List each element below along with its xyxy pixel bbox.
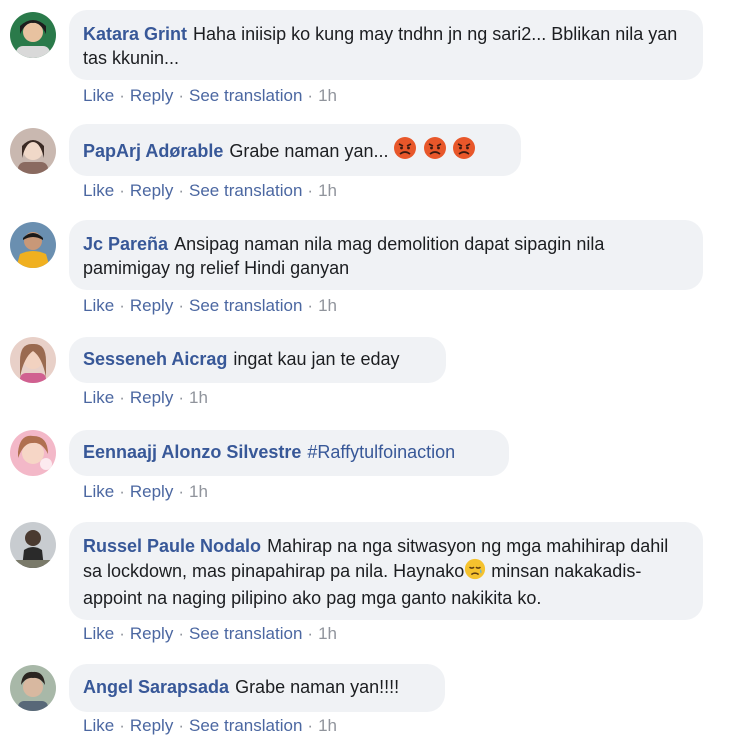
comment-list: Katara Grint Haha iniisip ko kung may tnd… bbox=[0, 0, 750, 752]
angry-face-emoji bbox=[393, 136, 417, 166]
comment-timestamp[interactable]: 1h bbox=[318, 296, 337, 315]
comment-timestamp[interactable]: 1h bbox=[189, 388, 208, 407]
like-link[interactable]: Like bbox=[83, 181, 114, 200]
comment-bubble: PapArj Adørable Grabe naman yan... bbox=[69, 124, 521, 176]
avatar[interactable] bbox=[10, 430, 56, 476]
separator-dot: · bbox=[178, 716, 184, 735]
reply-link[interactable]: Reply bbox=[130, 388, 173, 407]
separator-dot: · bbox=[119, 624, 125, 643]
reply-link[interactable]: Reply bbox=[130, 296, 173, 315]
see-translation-link[interactable]: See translation bbox=[189, 716, 302, 735]
comment-bubble: Angel Sarapsada Grabe naman yan!!!! bbox=[69, 664, 445, 712]
comment-actions: Like · Reply · See translation · 1h bbox=[83, 86, 337, 106]
avatar[interactable] bbox=[10, 222, 56, 268]
avatar[interactable] bbox=[10, 665, 56, 711]
comment-bubble: Jc Pareña Ansipag naman nila mag demoliti… bbox=[69, 220, 703, 290]
see-translation-link[interactable]: See translation bbox=[189, 624, 302, 643]
separator-dot: · bbox=[307, 624, 314, 643]
separator-dot: · bbox=[119, 86, 125, 105]
like-link[interactable]: Like bbox=[83, 388, 114, 407]
comment-author[interactable]: PapArj Adørable bbox=[83, 141, 223, 161]
comment-author[interactable]: Jc Pareña bbox=[83, 234, 168, 254]
comment-bubble: Eennaajj Alonzo Silvestre #Raffytulfoinac… bbox=[69, 430, 509, 476]
separator-dot: · bbox=[119, 482, 125, 501]
separator-dot: · bbox=[119, 388, 125, 407]
separator-dot: · bbox=[119, 181, 125, 200]
like-link[interactable]: Like bbox=[83, 86, 114, 105]
comment-author[interactable]: Eennaajj Alonzo Silvestre bbox=[83, 442, 301, 462]
see-translation-link[interactable]: See translation bbox=[189, 181, 302, 200]
separator-dot: · bbox=[178, 86, 184, 105]
comment-bubble: Russel Paule Nodalo Mahirap na nga sitwas… bbox=[69, 522, 703, 620]
angry-face-emoji bbox=[423, 136, 447, 166]
comment-actions: Like · Reply · See translation · 1h bbox=[83, 296, 337, 316]
angry-face-emoji bbox=[452, 136, 476, 166]
avatar[interactable] bbox=[10, 522, 56, 568]
comment-author[interactable]: Katara Grint bbox=[83, 24, 187, 44]
like-link[interactable]: Like bbox=[83, 482, 114, 501]
separator-dot: · bbox=[178, 388, 184, 407]
separator-dot: · bbox=[178, 296, 184, 315]
comment-actions: Like · Reply · 1h bbox=[83, 482, 208, 502]
see-translation-link[interactable]: See translation bbox=[189, 86, 302, 105]
hashtag-link[interactable]: #Raffytulfoinaction bbox=[307, 442, 455, 462]
separator-dot: · bbox=[178, 624, 184, 643]
comment-actions: Like · Reply · See translation · 1h bbox=[83, 624, 337, 644]
reply-link[interactable]: Reply bbox=[130, 482, 173, 501]
separator-dot: · bbox=[307, 296, 314, 315]
comment-text: Grabe naman yan!!!! bbox=[235, 677, 400, 697]
like-link[interactable]: Like bbox=[83, 624, 114, 643]
like-link[interactable]: Like bbox=[83, 716, 114, 735]
comment-timestamp[interactable]: 1h bbox=[318, 716, 337, 735]
comment-actions: Like · Reply · See translation · 1h bbox=[83, 181, 337, 201]
comment-actions: Like · Reply · 1h bbox=[83, 388, 208, 408]
separator-dot: · bbox=[307, 716, 314, 735]
reply-link[interactable]: Reply bbox=[130, 181, 173, 200]
comment-text: ingat kau jan te eday bbox=[233, 349, 400, 369]
comment-bubble: Katara Grint Haha iniisip ko kung may tnd… bbox=[69, 10, 703, 80]
reply-link[interactable]: Reply bbox=[130, 716, 173, 735]
see-translation-link[interactable]: See translation bbox=[189, 296, 302, 315]
reply-link[interactable]: Reply bbox=[130, 86, 173, 105]
separator-dot: · bbox=[119, 716, 125, 735]
comment-timestamp[interactable]: 1h bbox=[318, 181, 337, 200]
comment-author[interactable]: Russel Paule Nodalo bbox=[83, 536, 261, 556]
comment-author[interactable]: Angel Sarapsada bbox=[83, 677, 229, 697]
avatar[interactable] bbox=[10, 12, 56, 58]
comment-timestamp[interactable]: 1h bbox=[318, 624, 337, 643]
disappointed-face-emoji bbox=[464, 558, 486, 586]
separator-dot: · bbox=[178, 482, 184, 501]
comment-author[interactable]: Sesseneh Aicrag bbox=[83, 349, 227, 369]
comment-timestamp[interactable]: 1h bbox=[189, 482, 208, 501]
comment-bubble: Sesseneh Aicrag ingat kau jan te eday bbox=[69, 337, 446, 383]
comment-timestamp[interactable]: 1h bbox=[318, 86, 337, 105]
separator-dot: · bbox=[178, 181, 184, 200]
separator-dot: · bbox=[307, 86, 314, 105]
separator-dot: · bbox=[307, 181, 314, 200]
avatar[interactable] bbox=[10, 128, 56, 174]
comment-actions: Like · Reply · See translation · 1h bbox=[83, 716, 337, 736]
comment-text: Grabe naman yan... bbox=[229, 141, 389, 161]
avatar[interactable] bbox=[10, 337, 56, 383]
reply-link[interactable]: Reply bbox=[130, 624, 173, 643]
like-link[interactable]: Like bbox=[83, 296, 114, 315]
separator-dot: · bbox=[119, 296, 125, 315]
